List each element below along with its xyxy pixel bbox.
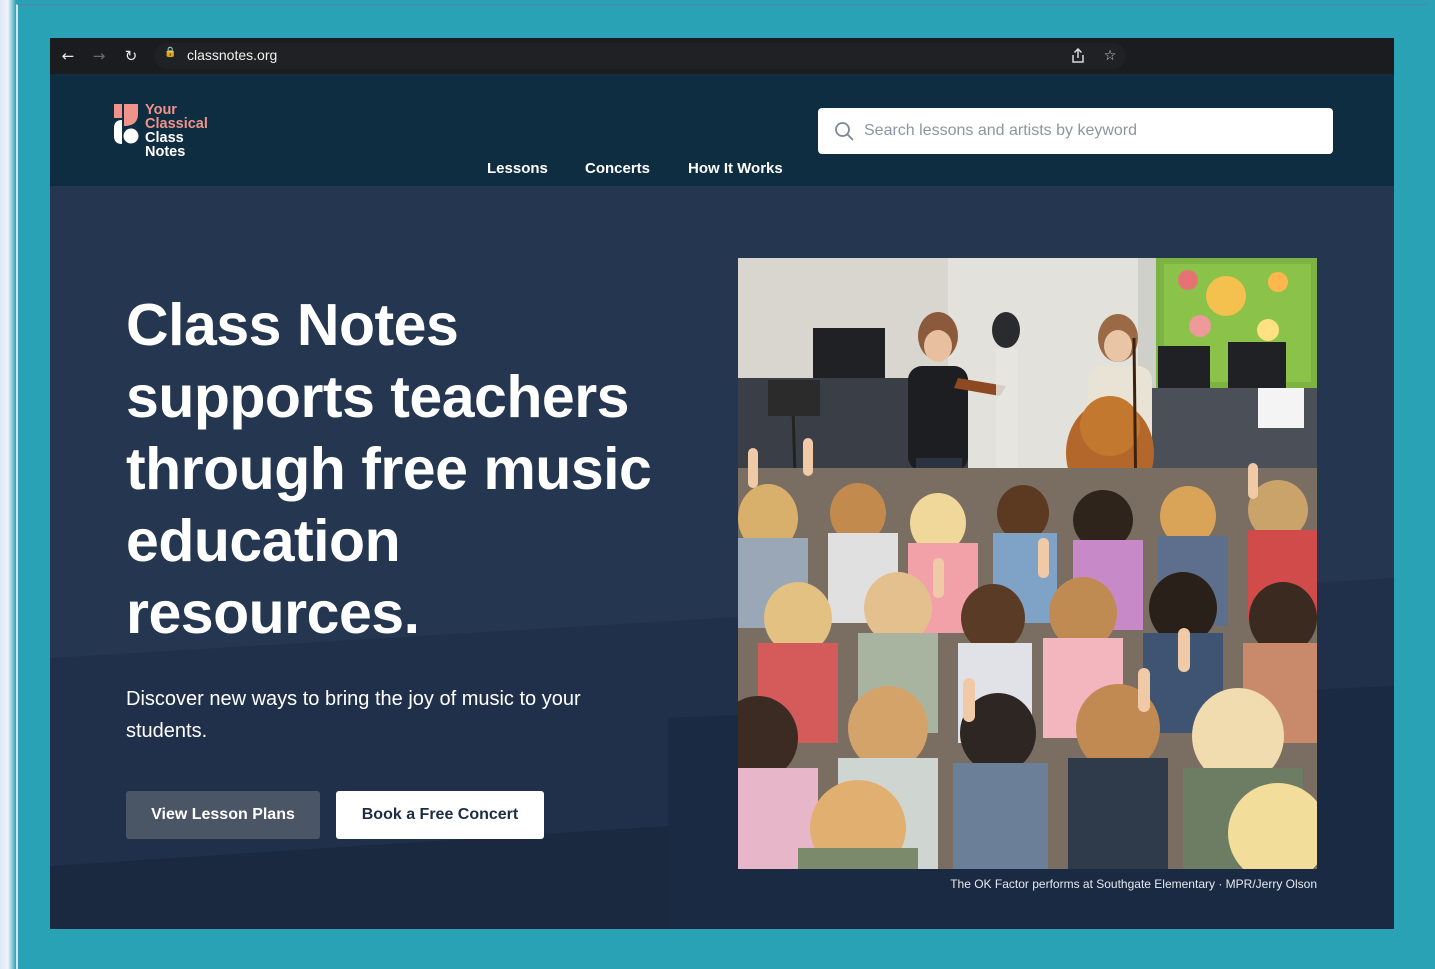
- logo-word-notes: Notes: [145, 144, 186, 160]
- logo-word-classical: Classical: [145, 116, 208, 132]
- photo-caption: The OK Factor performs at Southgate Elem…: [950, 877, 1317, 891]
- site-logo[interactable]: Your Classical Class Notes: [114, 102, 224, 164]
- forward-arrow-icon[interactable]: →: [89, 46, 109, 66]
- hero-subcopy: Discover new ways to bring the joy of mu…: [126, 688, 581, 742]
- back-arrow-icon[interactable]: ←: [58, 46, 78, 66]
- share-icon[interactable]: [1068, 46, 1088, 66]
- star-icon[interactable]: ☆: [1100, 46, 1120, 66]
- search-input[interactable]: [864, 116, 1314, 146]
- reload-icon[interactable]: ↻: [121, 46, 141, 66]
- hero-photo: [738, 258, 1317, 869]
- search-box[interactable]: [818, 108, 1333, 154]
- logo-word-your: Your: [145, 102, 177, 118]
- lock-icon: 🔒: [164, 47, 177, 58]
- logo-word-class: Class: [145, 130, 184, 146]
- hero-section: Class Notes supports teachers through fr…: [50, 186, 1394, 929]
- browser-window: ← → ↻ 🔒 classnotes.org ☆ Your Classical …: [50, 38, 1394, 929]
- nav-how-it-works[interactable]: How It Works: [688, 160, 783, 177]
- address-bar[interactable]: 🔒 classnotes.org ☆: [154, 43, 1126, 69]
- hero-headline: Class Notes supports teachers through fr…: [126, 292, 652, 646]
- logo-mark-icon: [114, 104, 139, 144]
- nav-lessons[interactable]: Lessons: [487, 160, 548, 177]
- search-icon: [835, 122, 854, 141]
- url-text[interactable]: classnotes.org: [187, 47, 277, 63]
- browser-toolbar: ← → ↻ 🔒 classnotes.org ☆: [50, 38, 1394, 75]
- view-lesson-plans-button[interactable]: View Lesson Plans: [126, 791, 320, 839]
- nav-concerts[interactable]: Concerts: [585, 160, 650, 177]
- book-free-concert-button[interactable]: Book a Free Concert: [336, 791, 544, 839]
